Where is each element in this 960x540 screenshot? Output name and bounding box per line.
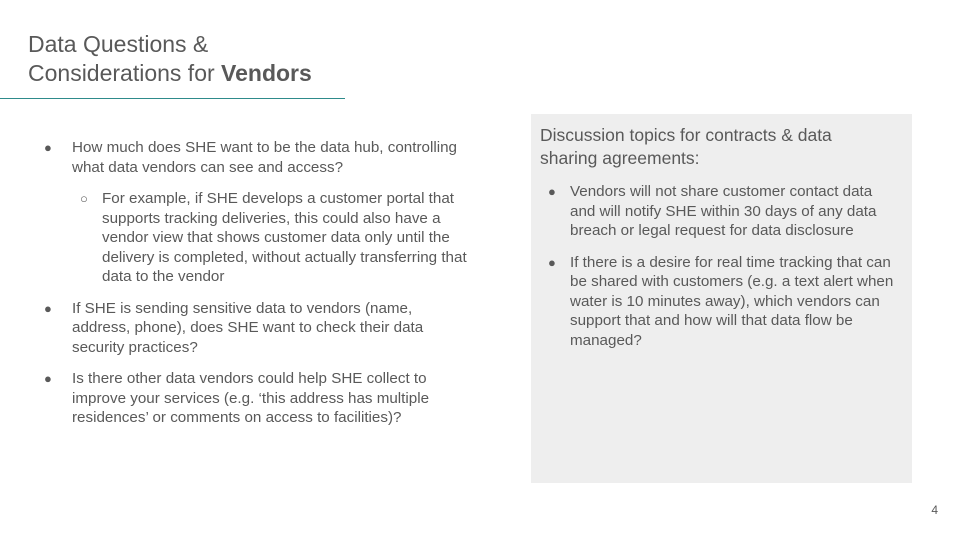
slide-title-line2-bold: Vendors xyxy=(221,60,312,86)
title-underline-rule xyxy=(0,98,345,99)
list-item-text: Is there other data vendors could help S… xyxy=(72,370,430,426)
sub-list-item-text: For example, if SHE develops a customer … xyxy=(102,190,467,285)
slide-title-line1: Data Questions & xyxy=(28,31,209,57)
panel-bullet-list: ● Vendors will not share customer contac… xyxy=(540,182,900,362)
bullet-dot-icon: ● xyxy=(548,184,556,199)
discussion-topics-panel: Discussion topics for contracts & data s… xyxy=(531,114,912,483)
slide-title: Data Questions & Considerations for Vend… xyxy=(28,30,448,88)
panel-heading: Discussion topics for contracts & data s… xyxy=(540,125,832,168)
left-bullet-list: ● How much does SHE want to be the data … xyxy=(40,138,470,440)
list-item-text: How much does SHE want to be the data hu… xyxy=(72,139,457,176)
list-item: ● If there is a desire for real time tra… xyxy=(540,253,900,351)
bullet-dot-icon: ● xyxy=(44,371,52,386)
list-item: ● If SHE is sending sensitive data to ve… xyxy=(40,299,470,358)
list-item: ● How much does SHE want to be the data … xyxy=(40,138,470,287)
slide: Data Questions & Considerations for Vend… xyxy=(0,0,960,540)
bullet-dot-icon: ● xyxy=(44,300,52,316)
bullet-dot-icon: ● xyxy=(548,254,556,270)
list-item-text: If there is a desire for real time track… xyxy=(570,253,894,349)
page-number: 4 xyxy=(931,503,938,517)
bullet-dot-icon: ● xyxy=(44,140,52,155)
bullet-ring-icon: ○ xyxy=(80,191,88,206)
list-item: ● Vendors will not share customer contac… xyxy=(540,182,900,241)
list-item-text: Vendors will not share customer contact … xyxy=(570,183,877,239)
sub-list-item: ○ For example, if SHE develops a custome… xyxy=(72,189,470,287)
slide-title-line2-prefix: Considerations for xyxy=(28,60,222,86)
list-item: ● Is there other data vendors could help… xyxy=(40,369,470,428)
list-item-text: If SHE is sending sensitive data to vend… xyxy=(72,299,424,356)
